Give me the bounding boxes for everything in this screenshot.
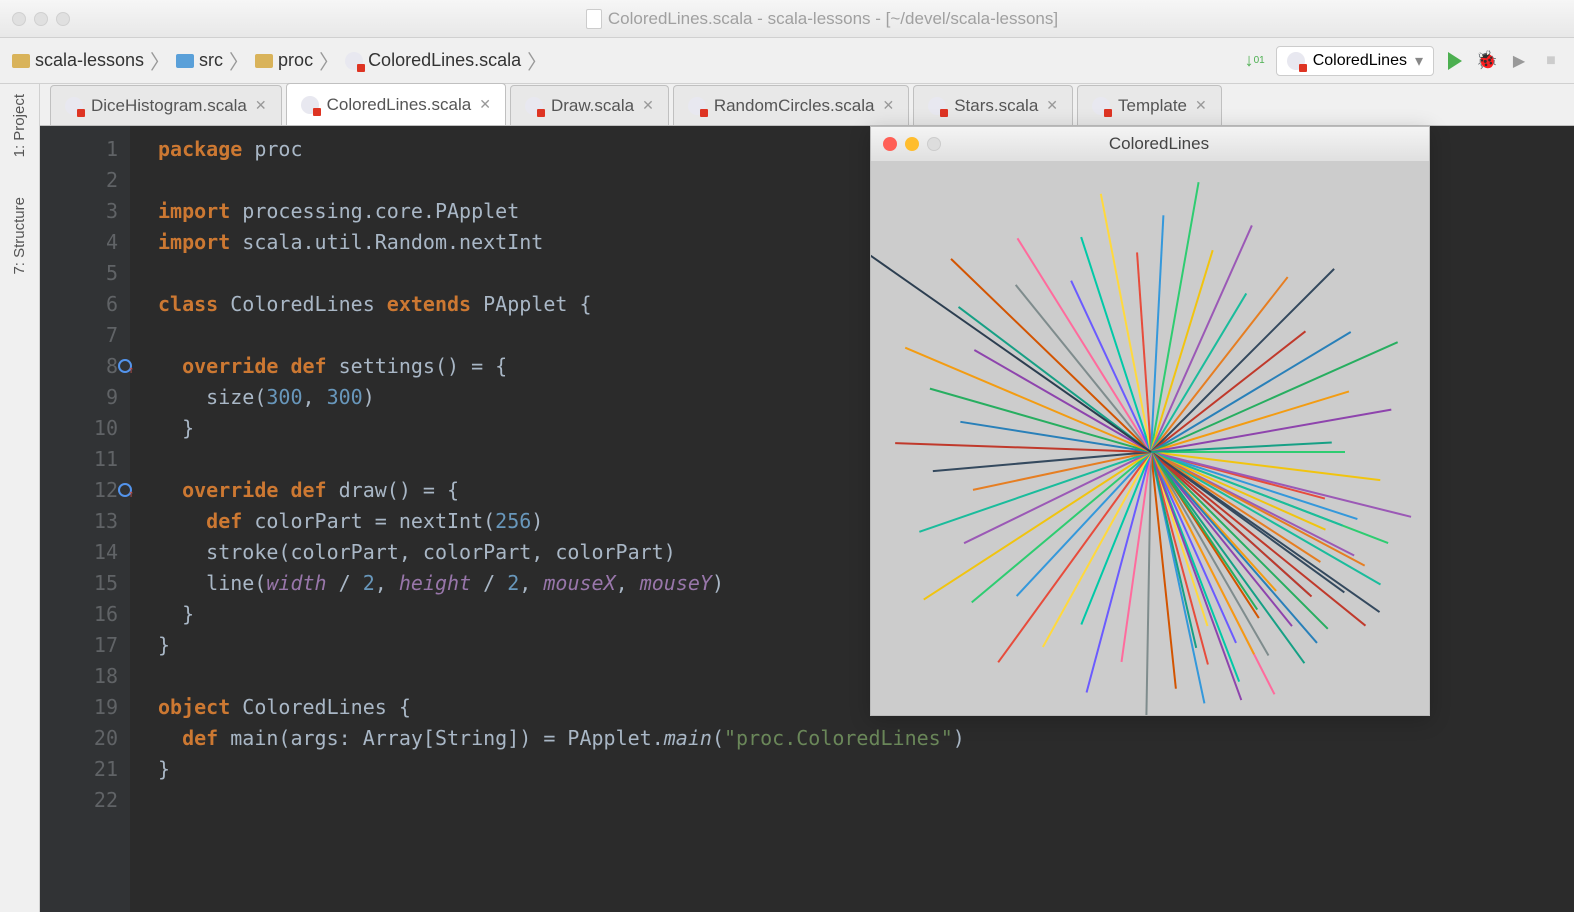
debug-button[interactable]: 🐞 [1476, 50, 1498, 72]
override-marker-icon[interactable] [118, 483, 132, 497]
editor-tab[interactable]: Draw.scala ✕ [510, 85, 669, 125]
tab-label: DiceHistogram.scala [91, 96, 247, 116]
sidebar-tab[interactable]: 1: Project [11, 94, 28, 157]
folder-icon [12, 54, 30, 68]
breadcrumb-label: scala-lessons [35, 50, 144, 71]
chevron-right-icon: 〉 [319, 46, 339, 75]
tab-label: RandomCircles.scala [714, 96, 875, 116]
minimize-window-icon[interactable] [34, 12, 48, 26]
breadcrumb: scala-lessons 〉 src 〉 proc 〉 ColoredLines.scal… [12, 46, 547, 75]
breadcrumb-label: ColoredLines.scala [368, 50, 521, 71]
window-title: ColoredLines.scala - scala-lessons - [~/… [70, 9, 1574, 29]
breadcrumb-item[interactable]: ColoredLines.scala [345, 50, 521, 71]
scala-icon [1287, 52, 1305, 70]
breadcrumb-item[interactable]: proc [255, 50, 313, 71]
tab-label: Stars.scala [954, 96, 1038, 116]
chevron-down-icon: ▾ [1415, 51, 1423, 71]
chevron-right-icon: 〉 [527, 46, 547, 75]
preview-title: ColoredLines [949, 134, 1429, 154]
breadcrumb-label: proc [278, 50, 313, 71]
breadcrumb-item[interactable]: src [176, 50, 223, 71]
close-tab-icon[interactable]: ✕ [479, 96, 491, 113]
canvas-line [919, 451, 1151, 533]
coverage-button[interactable]: ▶ [1508, 50, 1530, 72]
file-icon [586, 9, 602, 29]
scala-icon [65, 97, 83, 115]
close-tab-icon[interactable]: ✕ [1046, 97, 1058, 114]
scala-icon [301, 96, 319, 114]
canvas-line [1151, 341, 1398, 453]
editor-tab[interactable]: ColoredLines.scala ✕ [286, 83, 506, 125]
scala-icon [928, 97, 946, 115]
scala-icon [688, 97, 706, 115]
window-titlebar: ColoredLines.scala - scala-lessons - [~/… [0, 0, 1574, 38]
line-number-gutter: 1 2 3 4 5 6 7 8 9 10 11 12 13 14 15 16 1… [40, 126, 130, 912]
main-toolbar: scala-lessons 〉 src 〉 proc 〉 ColoredLines.scal… [0, 38, 1574, 84]
play-icon [1448, 52, 1462, 70]
editor-tab[interactable]: RandomCircles.scala ✕ [673, 85, 909, 125]
canvas-line [895, 442, 1151, 453]
editor-tab[interactable]: Template ✕ [1077, 85, 1222, 125]
toolbar-right: ↓01 ColoredLines ▾ 🐞 ▶ ■ [1244, 46, 1562, 76]
chevron-right-icon: 〉 [229, 46, 249, 75]
scala-icon [1092, 97, 1110, 115]
stop-button[interactable]: ■ [1540, 50, 1562, 72]
editor-tab-bar: DiceHistogram.scala✕ColoredLines.scala✕D… [0, 84, 1574, 126]
left-tool-sidebar: 1: Project 7: Structure [0, 84, 40, 912]
canvas-line [1150, 276, 1288, 452]
window-title-text: ColoredLines.scala - scala-lessons - [~/… [608, 9, 1058, 29]
app-preview-window: ColoredLines [870, 126, 1430, 716]
editor-tab[interactable]: DiceHistogram.scala ✕ [50, 85, 282, 125]
run-config-label: ColoredLines [1313, 52, 1407, 70]
preview-titlebar: ColoredLines [871, 127, 1429, 161]
override-marker-icon[interactable] [118, 359, 132, 373]
canvas-line [997, 451, 1151, 663]
minimize-icon[interactable] [905, 137, 919, 151]
close-tab-icon[interactable]: ✕ [882, 97, 894, 114]
run-config-dropdown[interactable]: ColoredLines ▾ [1276, 46, 1434, 76]
maximize-icon[interactable] [927, 137, 941, 151]
tab-label: Draw.scala [551, 96, 634, 116]
tab-label: ColoredLines.scala [327, 95, 472, 115]
canvas-line [1080, 452, 1152, 625]
macos-traffic-lights [12, 12, 70, 26]
build-icon[interactable]: ↓01 [1244, 50, 1266, 72]
chevron-right-icon: 〉 [150, 46, 170, 75]
canvas-line [905, 347, 1152, 453]
folder-icon [255, 54, 273, 68]
close-icon[interactable] [883, 137, 897, 151]
editor-tab[interactable]: Stars.scala ✕ [913, 85, 1073, 125]
preview-canvas[interactable] [871, 161, 1429, 715]
run-button[interactable] [1444, 50, 1466, 72]
maximize-window-icon[interactable] [56, 12, 70, 26]
sidebar-tab[interactable]: 7: Structure [11, 197, 28, 275]
close-tab-icon[interactable]: ✕ [255, 97, 267, 114]
tab-label: Template [1118, 96, 1187, 116]
close-tab-icon[interactable]: ✕ [1195, 97, 1207, 114]
close-window-icon[interactable] [12, 12, 26, 26]
breadcrumb-label: src [199, 50, 223, 71]
close-tab-icon[interactable]: ✕ [642, 97, 654, 114]
folder-icon [176, 54, 194, 68]
scala-icon [345, 52, 363, 70]
breadcrumb-item[interactable]: scala-lessons [12, 50, 144, 71]
scala-icon [525, 97, 543, 115]
